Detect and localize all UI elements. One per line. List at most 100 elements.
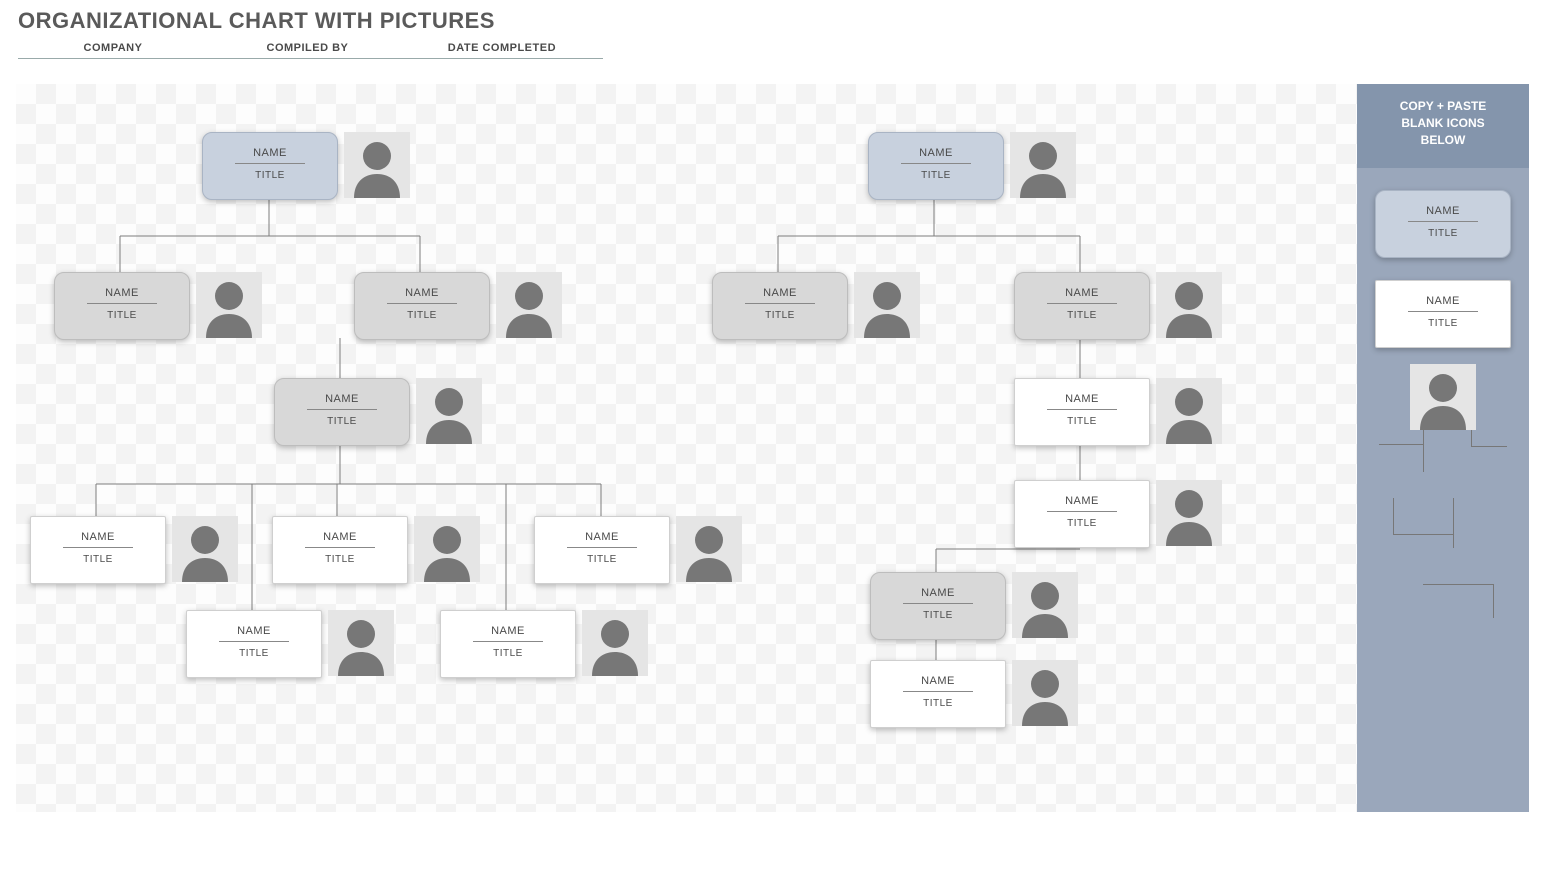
avatar-icon <box>582 610 648 676</box>
meta-date: DATE COMPLETED <box>407 38 597 58</box>
avatar-icon <box>1012 572 1078 638</box>
meta-compiled: COMPILED BY <box>212 38 402 58</box>
card-title: TITLE <box>869 170 1003 181</box>
card-title: TITLE <box>1376 228 1510 239</box>
card-name: NAME <box>871 573 1005 599</box>
card[interactable]: NAME TITLE <box>30 516 166 584</box>
avatar-icon <box>344 132 410 198</box>
card-name: NAME <box>713 273 847 299</box>
card-divider <box>903 691 973 692</box>
card-divider <box>901 163 971 164</box>
card-name: NAME <box>535 517 669 543</box>
page-title: ORGANIZATIONAL CHART WITH PICTURES <box>18 8 495 34</box>
card-divider <box>903 603 973 604</box>
avatar-icon <box>1156 480 1222 546</box>
card-title: TITLE <box>55 310 189 321</box>
card[interactable]: NAME TITLE <box>870 660 1006 728</box>
node-l2b[interactable]: NAME TITLE <box>354 272 562 340</box>
avatar-icon <box>172 516 238 582</box>
card-title: TITLE <box>871 698 1005 709</box>
card[interactable]: NAME TITLE <box>202 132 338 200</box>
sidebar-line2: BLANK ICONS <box>1401 116 1484 130</box>
card-title: TITLE <box>713 310 847 321</box>
card-title: TITLE <box>203 170 337 181</box>
node-r3[interactable]: NAME TITLE <box>1014 378 1222 446</box>
stencil-white-card[interactable]: NAME TITLE <box>1375 280 1511 348</box>
card-name: NAME <box>441 611 575 637</box>
card-title: TITLE <box>441 648 575 659</box>
node-root-left[interactable]: NAME TITLE <box>202 132 410 200</box>
meta-company: COMPANY <box>18 38 208 58</box>
card[interactable]: NAME TITLE <box>274 378 410 446</box>
card[interactable]: NAME TITLE <box>1014 480 1150 548</box>
card[interactable]: NAME TITLE <box>272 516 408 584</box>
card-divider <box>307 409 377 410</box>
card-title: TITLE <box>871 610 1005 621</box>
node-leaf4[interactable]: NAME TITLE <box>186 610 394 678</box>
card-name: NAME <box>31 517 165 543</box>
avatar-icon <box>496 272 562 338</box>
avatar-icon <box>1156 272 1222 338</box>
card[interactable]: NAME TITLE <box>712 272 848 340</box>
card[interactable]: NAME TITLE <box>186 610 322 678</box>
card-name: NAME <box>273 517 407 543</box>
card-name: NAME <box>275 379 409 405</box>
card[interactable]: NAME TITLE <box>1014 378 1150 446</box>
card-divider <box>1408 311 1478 312</box>
stencil-blue-card[interactable]: NAME TITLE <box>1375 190 1511 258</box>
card-name: NAME <box>55 273 189 299</box>
card[interactable]: NAME TITLE <box>1014 272 1150 340</box>
node-r2a[interactable]: NAME TITLE <box>712 272 920 340</box>
card-divider <box>235 163 305 164</box>
card-divider <box>1047 409 1117 410</box>
card-divider <box>87 303 157 304</box>
card[interactable]: NAME TITLE <box>870 572 1006 640</box>
avatar-icon <box>676 516 742 582</box>
card-title: TITLE <box>275 416 409 427</box>
card-divider <box>305 547 375 548</box>
card[interactable]: NAME TITLE <box>354 272 490 340</box>
page: ORGANIZATIONAL CHART WITH PICTURES COMPA… <box>0 0 1545 894</box>
org-canvas[interactable]: NAME TITLE NAME TITLE NAME TITLE <box>16 84 1433 812</box>
node-r2b[interactable]: NAME TITLE <box>1014 272 1222 340</box>
card-title: TITLE <box>1015 416 1149 427</box>
card[interactable]: NAME TITLE <box>868 132 1004 200</box>
card-name: NAME <box>1376 281 1510 307</box>
node-r4[interactable]: NAME TITLE <box>1014 480 1222 548</box>
card[interactable]: NAME TITLE <box>534 516 670 584</box>
avatar-icon <box>196 272 262 338</box>
card-divider <box>1408 221 1478 222</box>
card-divider <box>387 303 457 304</box>
avatar-icon <box>328 610 394 676</box>
node-l3[interactable]: NAME TITLE <box>274 378 482 446</box>
card-divider <box>219 641 289 642</box>
node-leaf3[interactable]: NAME TITLE <box>534 516 742 584</box>
card-divider <box>745 303 815 304</box>
stencil-connector-2[interactable] <box>1383 498 1503 618</box>
card-name: NAME <box>1015 481 1149 507</box>
card-name: NAME <box>203 133 337 159</box>
stencil-avatar-icon[interactable] <box>1410 364 1476 430</box>
sidebar-line3: BELOW <box>1421 133 1466 147</box>
node-r6[interactable]: NAME TITLE <box>870 660 1078 728</box>
card-name: NAME <box>1015 379 1149 405</box>
node-leaf2[interactable]: NAME TITLE <box>272 516 480 584</box>
card-divider <box>567 547 637 548</box>
card-title: TITLE <box>1376 318 1510 329</box>
card-divider <box>1047 511 1117 512</box>
avatar-icon <box>414 516 480 582</box>
node-leaf5[interactable]: NAME TITLE <box>440 610 648 678</box>
card[interactable]: NAME TITLE <box>54 272 190 340</box>
avatar-icon <box>854 272 920 338</box>
sidebar-line1: COPY + PASTE <box>1400 99 1487 113</box>
card-divider <box>1047 303 1117 304</box>
card-title: TITLE <box>273 554 407 565</box>
node-r5[interactable]: NAME TITLE <box>870 572 1078 640</box>
card-name: NAME <box>871 661 1005 687</box>
avatar-icon <box>1156 378 1222 444</box>
card-name: NAME <box>869 133 1003 159</box>
node-l2a[interactable]: NAME TITLE <box>54 272 262 340</box>
card[interactable]: NAME TITLE <box>440 610 576 678</box>
node-leaf1[interactable]: NAME TITLE <box>30 516 238 584</box>
node-root-right[interactable]: NAME TITLE <box>868 132 1076 200</box>
